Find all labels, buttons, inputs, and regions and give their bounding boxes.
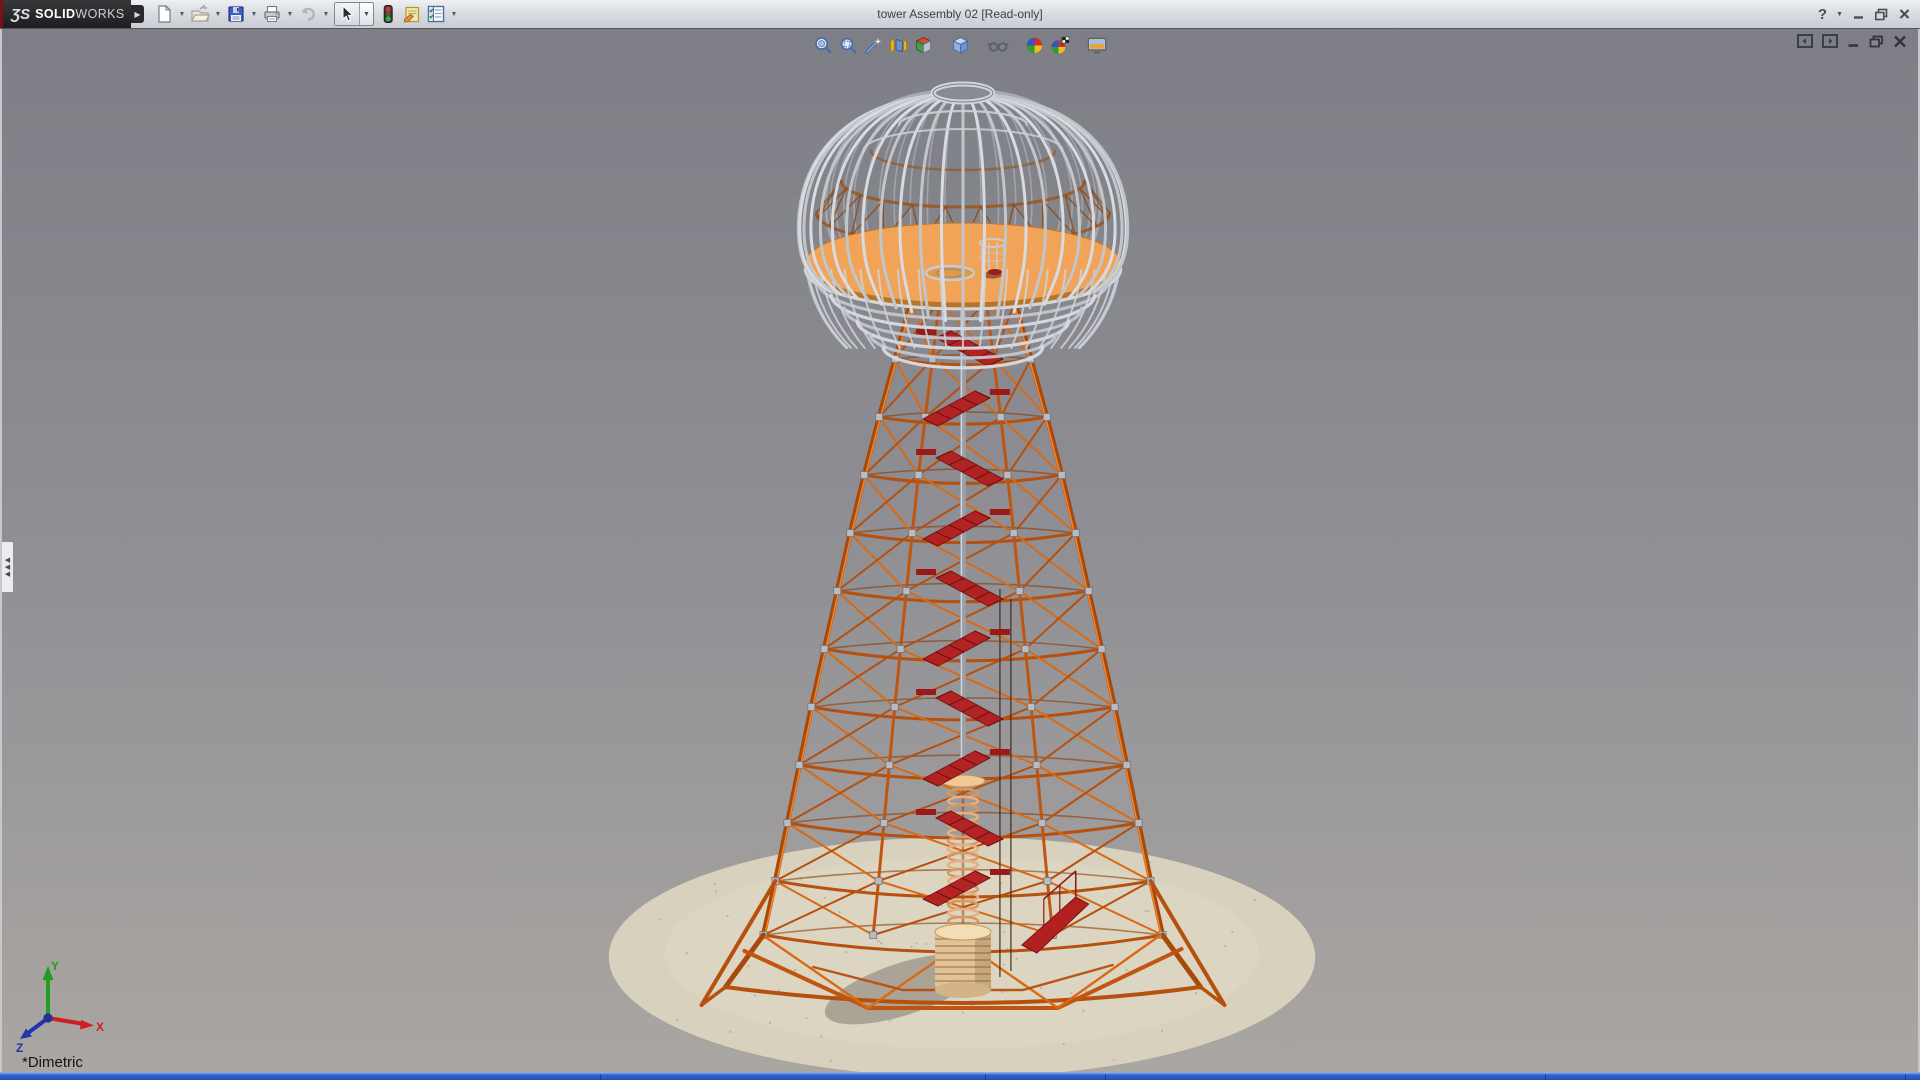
app-minimize-button[interactable] bbox=[1852, 4, 1865, 24]
menu-flyout-arrow-icon[interactable]: ▶ bbox=[131, 5, 144, 23]
triad-z-axis: Z bbox=[16, 1018, 48, 1055]
feature-manager-collapsed-tab[interactable]: ◀ ◀ ◀ bbox=[2, 541, 14, 593]
view-orientation-label: *Dimetric bbox=[22, 1054, 83, 1071]
triad-x-axis: X bbox=[48, 1018, 104, 1034]
display-style-icon bbox=[950, 35, 971, 56]
options-button[interactable] bbox=[424, 2, 448, 26]
solidworks-brand-bold: SOLID bbox=[35, 7, 75, 21]
file-properties-icon bbox=[402, 4, 422, 24]
taskbar-sliver[interactable] bbox=[0, 1072, 1920, 1080]
svg-text:X: X bbox=[96, 1020, 104, 1034]
collapse-arrow-icon: ◀ bbox=[5, 572, 10, 577]
collapse-arrow-icon: ◀ bbox=[5, 558, 10, 563]
doc-close-button[interactable] bbox=[1893, 35, 1907, 48]
new-document-icon bbox=[154, 4, 174, 24]
undo-icon bbox=[298, 4, 318, 24]
apply-scene-button[interactable] bbox=[1047, 33, 1072, 57]
file-properties-button[interactable] bbox=[400, 2, 424, 26]
view-orientation-button[interactable] bbox=[911, 33, 936, 57]
minimize-icon bbox=[1852, 8, 1865, 20]
heads-up-view-toolbar bbox=[811, 33, 1109, 57]
open-document-dropdown[interactable]: ▼ bbox=[212, 3, 224, 25]
zoom-to-area-button[interactable] bbox=[836, 33, 861, 57]
new-document-button[interactable] bbox=[152, 2, 176, 26]
select-tool-button[interactable] bbox=[335, 3, 360, 25]
rebuild-traffic-light-button[interactable] bbox=[376, 2, 400, 26]
graphics-viewport[interactable]: ◀ ◀ ◀ Y X Z *Dimetric bbox=[0, 29, 1920, 1072]
triad-origin bbox=[43, 1013, 52, 1022]
section-view-icon bbox=[888, 35, 909, 56]
view-settings-button[interactable] bbox=[1084, 33, 1109, 57]
new-document-dropdown[interactable]: ▼ bbox=[176, 3, 188, 25]
svg-text:Z: Z bbox=[16, 1041, 23, 1055]
save-button[interactable] bbox=[224, 2, 248, 26]
standard-toolbar: ▼ ▼ ▼ bbox=[152, 0, 460, 28]
close-icon bbox=[1898, 8, 1911, 20]
save-icon bbox=[226, 4, 246, 24]
section-view-button[interactable] bbox=[886, 33, 911, 57]
taskbar-separator bbox=[600, 1074, 601, 1080]
document-window-controls bbox=[1797, 34, 1907, 48]
window-title: tower Assembly 02 [Read-only] bbox=[300, 0, 1620, 28]
zoom-to-fit-icon bbox=[813, 35, 834, 56]
app-close-button[interactable] bbox=[1898, 4, 1911, 24]
select-tool-dropdown[interactable]: ▼ bbox=[360, 3, 373, 25]
solidworks-logo: ƷS SOLIDWORKS bbox=[0, 0, 131, 28]
save-dropdown[interactable]: ▼ bbox=[248, 3, 260, 25]
viewport-3d-scene[interactable] bbox=[2, 29, 1918, 1072]
view-orientation-icon bbox=[913, 35, 934, 56]
svg-text:Y: Y bbox=[51, 959, 59, 973]
solidworks-brand-light: WORKS bbox=[75, 7, 124, 21]
split-right-button[interactable] bbox=[1822, 34, 1838, 48]
triad-y-axis: Y bbox=[43, 959, 60, 1018]
hide-show-items-icon bbox=[987, 35, 1009, 56]
edit-appearance-icon bbox=[1024, 35, 1045, 56]
restore-icon bbox=[1874, 8, 1889, 21]
split-left-button[interactable] bbox=[1797, 34, 1813, 48]
options-icon bbox=[426, 4, 446, 24]
taskbar-separator bbox=[1905, 1074, 1906, 1080]
solidworks-logo-mark: ƷS bbox=[11, 6, 30, 23]
select-tool-group: ▼ bbox=[334, 2, 374, 26]
taskbar-separator bbox=[1105, 1074, 1106, 1080]
doc-minimize-button[interactable] bbox=[1847, 35, 1860, 48]
taskbar-separator bbox=[985, 1074, 986, 1080]
traffic-light-icon bbox=[378, 4, 398, 24]
app-window-controls: ? ▼ bbox=[1818, 0, 1911, 28]
hide-show-items-button[interactable] bbox=[985, 33, 1010, 57]
print-icon bbox=[262, 4, 282, 24]
taskbar-separator bbox=[1545, 1074, 1546, 1080]
display-style-button[interactable] bbox=[948, 33, 973, 57]
reference-triad: Y X Z bbox=[8, 956, 108, 1056]
doc-restore-button[interactable] bbox=[1869, 35, 1884, 48]
help-button[interactable]: ? bbox=[1818, 4, 1827, 24]
app-restore-button[interactable] bbox=[1874, 4, 1889, 24]
title-bar: ƷS SOLIDWORKS ▶ ▼ ▼ bbox=[0, 0, 1920, 29]
print-dropdown[interactable]: ▼ bbox=[284, 3, 296, 25]
previous-view-icon bbox=[863, 35, 884, 56]
select-cursor-icon bbox=[339, 5, 355, 23]
help-dropdown[interactable]: ▼ bbox=[1836, 4, 1843, 24]
view-settings-icon bbox=[1086, 35, 1108, 56]
previous-view-button[interactable] bbox=[861, 33, 886, 57]
open-document-button[interactable] bbox=[188, 2, 212, 26]
undo-button[interactable] bbox=[296, 2, 320, 26]
undo-dropdown[interactable]: ▼ bbox=[320, 3, 332, 25]
zoom-to-fit-button[interactable] bbox=[811, 33, 836, 57]
collapse-arrow-icon: ◀ bbox=[5, 565, 10, 570]
print-button[interactable] bbox=[260, 2, 284, 26]
open-document-icon bbox=[190, 4, 210, 24]
apply-scene-icon bbox=[1049, 35, 1071, 56]
zoom-to-area-icon bbox=[838, 35, 859, 56]
options-dropdown[interactable]: ▼ bbox=[448, 3, 460, 25]
edit-appearance-button[interactable] bbox=[1022, 33, 1047, 57]
